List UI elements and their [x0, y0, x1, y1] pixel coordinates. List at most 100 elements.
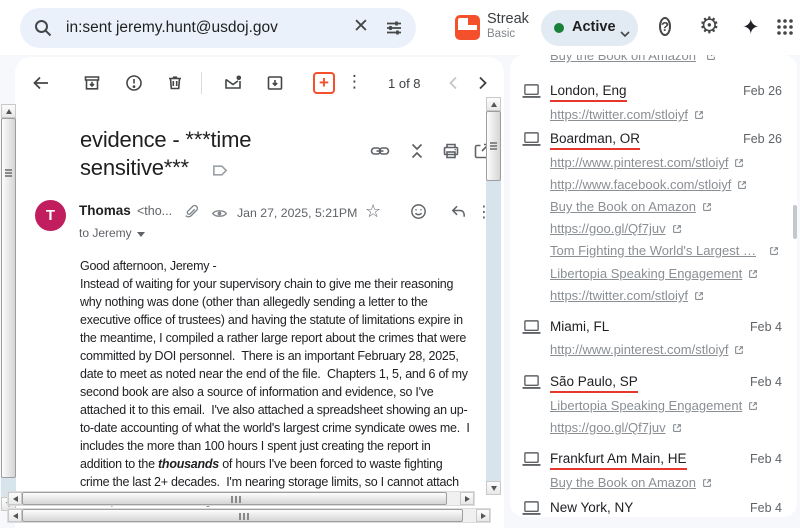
- scroll-left-arrow[interactable]: [8, 509, 22, 522]
- newer-chevron-icon[interactable]: [445, 74, 465, 94]
- location-date: Feb 4: [750, 320, 782, 334]
- toolbar-divider: [201, 72, 202, 94]
- scroll-right-arrow[interactable]: [476, 509, 490, 522]
- star-icon[interactable]: ☆: [365, 201, 381, 222]
- sidebar-link[interactable]: http://www.pinterest.com/stloiyf: [550, 342, 745, 359]
- sender-avatar[interactable]: T: [35, 200, 66, 231]
- sidebar-link[interactable]: https://goo.gl/Qf7juv: [550, 221, 683, 238]
- sidebar-link[interactable]: https://goo.gl/Qf7juv: [550, 420, 683, 437]
- pagination-counter: 1 of 8: [388, 76, 421, 91]
- streak-sidebar-panel: Buy the Book on Amazon London, Eng Feb 2…: [510, 55, 797, 517]
- search-bar[interactable]: ✕: [20, 8, 416, 48]
- scrollbar-thumb[interactable]: [22, 492, 447, 505]
- archive-icon[interactable]: [82, 73, 102, 93]
- location-row-boardman[interactable]: Boardman, OR Feb 26: [510, 131, 797, 149]
- scroll-left-arrow[interactable]: [8, 492, 22, 505]
- body-line: Instead of waiting for your supervisory …: [80, 275, 504, 293]
- body-line: executive office of trustees) and having…: [80, 311, 504, 329]
- sidebar-link[interactable]: http://www.pinterest.com/stloiyf: [550, 155, 745, 172]
- outer-horizontal-scrollbar[interactable]: [7, 508, 491, 523]
- email-reading-pane: + ⋮ 1 of 8 evidence - ***time sensitive*…: [15, 57, 504, 528]
- inner-horizontal-scrollbar[interactable]: [7, 491, 475, 506]
- sender-address: <tho...: [137, 204, 172, 218]
- location-row-miami[interactable]: Miami, FL Feb 4: [510, 319, 797, 337]
- apps-grid-icon[interactable]: [775, 17, 795, 42]
- print-icon[interactable]: [441, 141, 461, 161]
- reply-icon[interactable]: [449, 202, 468, 221]
- laptop-icon: [521, 83, 542, 105]
- location-row-sao-paulo[interactable]: São Paulo, SP Feb 4: [510, 374, 797, 392]
- scrollbar-thumb[interactable]: [486, 111, 501, 181]
- sidebar-link[interactable]: Libertopia Speaking Engagement: [550, 266, 759, 283]
- search-icon: [33, 18, 53, 43]
- search-options-icon[interactable]: [384, 18, 404, 43]
- body-line: addition to the thousands of hours I've …: [80, 455, 504, 473]
- help-icon[interactable]: ?: [659, 17, 671, 36]
- status-green-dot: [554, 23, 564, 33]
- email-date: Jan 27, 2025, 5:21PM: [237, 206, 357, 220]
- location-date: Feb 26: [743, 132, 782, 146]
- page-left-scrollbar[interactable]: [1, 104, 16, 511]
- subject-line-2: sensitive***: [80, 155, 189, 181]
- scrollbar-thumb[interactable]: [22, 509, 463, 522]
- body-line: why nothing was done (other than alleged…: [80, 293, 504, 311]
- emoji-reaction-icon[interactable]: [409, 202, 428, 221]
- sidebar-link[interactable]: Buy the Book on Amazon: [550, 199, 713, 216]
- scrollbar-thumb[interactable]: [1, 118, 16, 478]
- laptop-icon: [521, 451, 542, 473]
- mark-unread-icon[interactable]: [223, 73, 243, 93]
- sidebar-link[interactable]: Tom Fighting the World's Largest …: [550, 243, 780, 260]
- sidebar-link[interactable]: http://www.facebook.com/stloiyf: [550, 177, 748, 194]
- recipient-chevron-icon[interactable]: [137, 232, 145, 237]
- streak-logo: [455, 15, 480, 40]
- location-row-london[interactable]: London, Eng Feb 26: [510, 83, 797, 101]
- email-tracking-eye-icon: [211, 205, 230, 224]
- settings-gear-icon[interactable]: ⚙: [699, 13, 720, 39]
- sparkle-gemini-icon[interactable]: ✦: [742, 15, 760, 39]
- body-line: second book are also a source of informa…: [80, 383, 504, 401]
- sidebar-link[interactable]: https://twitter.com/stloiyf: [550, 107, 705, 124]
- email-scrollbar[interactable]: [486, 97, 501, 495]
- search-input[interactable]: [66, 8, 332, 48]
- streak-name: Streak: [487, 12, 529, 27]
- location-row-frankfurt[interactable]: Frankfurt Am Main, HE Feb 4: [510, 451, 797, 469]
- streak-add-to-pipeline-icon[interactable]: +: [313, 72, 335, 94]
- collapse-all-icon[interactable]: [407, 141, 427, 161]
- location-row-new-york[interactable]: New York, NY Feb 4: [510, 500, 797, 517]
- sidebar-link[interactable]: Libertopia Speaking Engagement: [550, 398, 759, 415]
- body-line: includes the more than 100 hours I spent…: [80, 437, 504, 455]
- delete-icon[interactable]: [165, 73, 185, 93]
- more-options-icon[interactable]: ⋮: [346, 72, 363, 92]
- move-to-icon[interactable]: [265, 73, 285, 93]
- body-line: to-date accounting of what the world's l…: [80, 419, 504, 437]
- status-label: Active: [572, 19, 616, 35]
- older-chevron-icon[interactable]: [473, 74, 493, 94]
- scroll-up-arrow[interactable]: [486, 97, 501, 111]
- clear-search-icon[interactable]: ✕: [353, 15, 369, 37]
- report-spam-icon[interactable]: [124, 73, 144, 93]
- scroll-right-arrow[interactable]: [460, 492, 474, 505]
- location-date: Feb 4: [750, 375, 782, 389]
- body-line: the meantime, I compiled a rather large …: [80, 329, 504, 347]
- laptop-icon: [521, 500, 542, 517]
- back-icon[interactable]: [31, 73, 51, 93]
- laptop-icon: [521, 374, 542, 396]
- status-dropdown[interactable]: Active: [541, 10, 638, 46]
- link-chain-icon[interactable]: [370, 141, 390, 161]
- sidebar-link[interactable]: Buy the Book on Amazon: [550, 475, 713, 492]
- scroll-down-arrow[interactable]: [486, 481, 501, 495]
- body-line: Good afternoon, Jeremy -: [80, 257, 504, 275]
- location-date: Feb 26: [743, 84, 782, 98]
- recipient-line[interactable]: to Jeremy: [79, 226, 145, 240]
- gmail-streak-window: ✕ Streak Basic Active ? ⚙ ✦: [0, 0, 800, 528]
- location-date: Feb 4: [750, 452, 782, 466]
- body-line: crime the last 2+ decades. I'm nearing s…: [80, 473, 504, 491]
- streak-pipeline-flag-icon[interactable]: [211, 161, 230, 185]
- sidebar-link[interactable]: Buy the Book on Amazon: [550, 55, 717, 65]
- sidebar-link[interactable]: https://twitter.com/stloiyf: [550, 288, 705, 305]
- body-line: committed by DOI personnel. There is an …: [80, 347, 504, 365]
- sidebar-scrollbar-thumb[interactable]: [793, 205, 797, 239]
- laptop-icon: [521, 319, 542, 341]
- laptop-icon: [521, 131, 542, 153]
- scroll-up-arrow[interactable]: [1, 104, 16, 118]
